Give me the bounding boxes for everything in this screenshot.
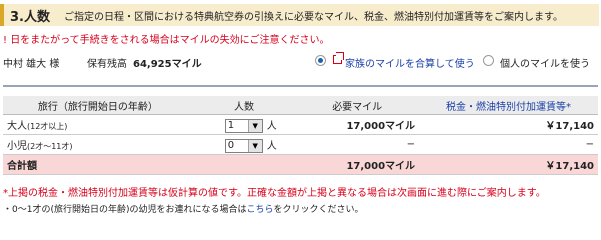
age-range: (12才以上) [27,122,68,131]
family-miles-radio[interactable] [315,55,326,66]
table-row-total: 合計額 17,000マイル ￥17,140 [3,154,598,175]
adult-count-value: 1 [227,119,235,131]
divider [3,85,598,87]
miles-cell: 17,000マイル [295,114,420,135]
balance-value: 64,925マイル [133,59,202,70]
count-unit: 人 [266,120,277,132]
tax-note: *上掲の税金・燃油特別付加運賃等は仮計算の値です。正確な金額が上掲と異なる場合は… [3,188,546,199]
balance-label: 保有残高 [87,59,127,70]
category-label: 大人 [7,121,27,132]
section-header: 3.人数 ご指定の日程・区間における特典航空券の引換えに必要なマイル、税金、燃油… [0,4,599,26]
member-info-row: 中村 雄大 様 保有残高 64,925マイル 家族のマイルを合算して使う 個人のマ… [3,50,598,74]
fuel-cell: ￥17,140 [419,114,598,135]
count-cell: 1 ▼ 人 [192,114,296,135]
category-cell: 小児(2才〜11才) [3,134,193,155]
chevron-down-icon[interactable]: ▼ [247,139,262,152]
section-title: 3.人数 [10,9,50,25]
section-description: ご指定の日程・区間における特典航空券の引換えに必要なマイル、税金、燃油特別付加運… [63,11,563,23]
table-row-child: 小児(2才〜11才) 0 ▼ 人 − − [3,134,598,155]
age-range: (2才〜11才) [27,142,73,151]
col-fuel: 税金・燃油特別付加運賃等* [419,96,598,115]
family-miles-link[interactable]: 家族のマイルを合算して使う [345,55,475,70]
total-count-empty [192,154,296,175]
category-cell: 大人(12才以上) [3,114,193,135]
table-header-row: 旅行（旅行開始日の年齢） 人数 必要マイル 税金・燃油特別付加運賃等* [3,96,598,115]
count-unit: 人 [266,140,277,152]
col-category: 旅行（旅行開始日の年齢） [3,96,193,115]
child-count-value: 0 [227,139,235,151]
mile-expiry-warning: ! 日をまたがって手続きをされる場合はマイルの失効にご注意ください。 [3,35,330,46]
total-miles: 17,000マイル [295,154,420,175]
fare-table: 旅行（旅行開始日の年齢） 人数 必要マイル 税金・燃油特別付加運賃等* 大人(1… [3,96,598,175]
total-label: 合計額 [3,154,193,175]
member-name: 中村 雄大 様 [3,59,60,70]
table-row-adult: 大人(12才以上) 1 ▼ 人 17,000マイル ￥17,140 [3,114,598,135]
child-count-select[interactable]: 0 ▼ [224,138,263,153]
family-window-icon [333,52,344,64]
individual-miles-radio[interactable] [483,55,494,66]
miles-cell: − [295,134,420,155]
mile-balance: 保有残高 64,925マイル [87,55,202,70]
count-cell: 0 ▼ 人 [192,134,296,155]
adult-count-select[interactable]: 1 ▼ [224,118,263,133]
infant-note: ・0〜1才の(旅行開始日の年齢)の幼児をお連れになる場合はこちらをクリックくださ… [3,202,364,215]
col-miles: 必要マイル [295,96,420,115]
infant-note-suffix: をクリックください。 [273,205,364,215]
category-label: 小児 [7,141,27,152]
total-fuel: ￥17,140 [419,154,598,175]
chevron-down-icon[interactable]: ▼ [247,119,262,132]
infant-note-prefix: ・0〜1才の(旅行開始日の年齢)の幼児をお連れになる場合は [3,205,247,215]
fuel-cell: − [419,134,598,155]
individual-miles-label: 個人のマイルを使う [500,59,590,70]
col-count: 人数 [192,96,296,115]
infant-info-link[interactable]: こちら [246,205,273,215]
